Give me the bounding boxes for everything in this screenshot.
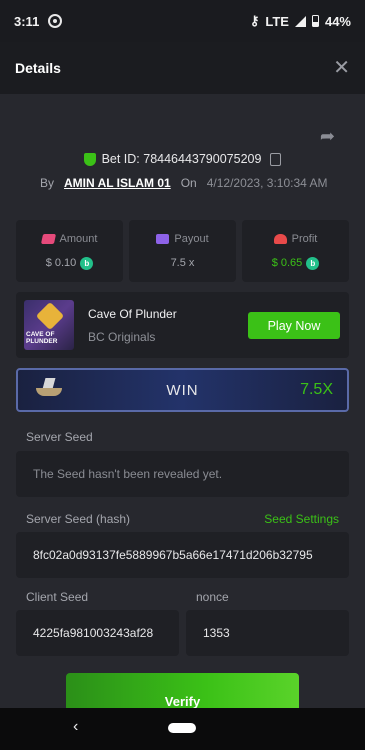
result-label: WIN — [166, 381, 199, 399]
on-label: On — [180, 176, 197, 190]
game-thumbnail[interactable]: CAVE OF PLUNDER — [24, 300, 74, 350]
game-card: CAVE OF PLUNDER Cave Of Plunder BC Origi… — [16, 292, 349, 358]
stat-profit-value: $ 0.65 — [271, 257, 303, 269]
copy-icon[interactable] — [270, 152, 282, 166]
user-link[interactable]: AMIN AL ISLAM 01 — [64, 176, 171, 190]
treasure-icon — [35, 301, 65, 331]
stat-payout-label: Payout — [174, 233, 209, 245]
stat-payout: Payout 7.5 x — [129, 220, 236, 282]
game-provider: BC Originals — [88, 330, 156, 344]
page-title: Details — [15, 60, 61, 76]
server-seed-hash-field[interactable]: 8fc02a0d93137fe5889967b5a66e17471d206b32… — [16, 532, 349, 578]
status-right: ⚷ LTE 44% — [250, 13, 351, 29]
bet-date: 4/12/2023, 3:10:34 AM — [206, 176, 328, 190]
close-icon[interactable]: ✕ — [333, 58, 350, 78]
amount-icon — [40, 233, 56, 244]
signal-icon — [294, 15, 306, 27]
nonce-label: nonce — [196, 590, 229, 604]
client-seed-field[interactable]: 4225fa981003243af28 — [16, 610, 179, 656]
bcd-coin-icon: b — [306, 256, 320, 270]
bet-author-row: By AMIN AL ISLAM 01 On 4/12/2023, 3:10:3… — [40, 176, 327, 190]
server-seed-field: The Seed hasn't been revealed yet. — [16, 451, 349, 497]
system-nav-bar: ‹ — [0, 708, 365, 750]
app-notification-icon — [48, 14, 63, 28]
bet-stats: Amount $ 0.10 b Payout 7.5 x Profit $ 0.6… — [16, 220, 349, 282]
bet-id-row: Bet ID: 78446443790075209 — [0, 152, 365, 166]
nonce-field[interactable]: 1353 — [186, 610, 349, 656]
details-header: Details ✕ — [0, 42, 365, 94]
server-seed-label: Server Seed — [26, 430, 93, 444]
result-multiplier: 7.5X — [300, 381, 333, 398]
client-seed-label: Client Seed — [26, 590, 89, 604]
vpn-key-icon: ⚷ — [249, 13, 260, 28]
stat-payout-value: 7.5 x — [170, 257, 195, 269]
stat-amount-label: Amount — [59, 232, 98, 245]
profit-icon — [273, 233, 287, 244]
server-seed-hash-label: Server Seed (hash) — [26, 512, 131, 526]
home-pill-icon[interactable] — [168, 723, 196, 733]
status-bar: 3:11 ⚷ LTE 44% — [0, 0, 365, 42]
bcd-coin-icon: b — [80, 256, 94, 270]
verify-button[interactable]: Verify — [66, 673, 299, 708]
bet-id: Bet ID: 78446443790075209 — [101, 152, 262, 166]
game-name: Cave Of Plunder — [88, 307, 177, 321]
battery-icon — [311, 15, 319, 27]
result-banner: WIN 7.5X — [16, 368, 349, 412]
stat-amount-value: $ 0.10 — [45, 257, 77, 269]
game-thumbnail-text: CAVE OF PLUNDER — [26, 331, 58, 346]
share-icon[interactable]: ➦ — [320, 126, 335, 147]
battery-level: 44% — [324, 13, 351, 29]
verified-shield-icon — [83, 152, 96, 166]
bet-details-panel: ➦ Bet ID: 78446443790075209 By AMIN AL I… — [0, 94, 365, 708]
payout-icon — [156, 234, 170, 244]
back-icon[interactable]: ‹ — [73, 718, 78, 736]
seed-settings-link[interactable]: Seed Settings — [264, 512, 339, 526]
status-time: 3:11 — [14, 13, 40, 29]
stat-profit: Profit $ 0.65 b — [242, 220, 349, 282]
network-type: LTE — [265, 13, 289, 29]
by-label: By — [40, 176, 55, 190]
stat-profit-label: Profit — [291, 232, 318, 245]
stat-amount: Amount $ 0.10 b — [16, 220, 123, 282]
play-now-button[interactable]: Play Now — [248, 312, 340, 339]
